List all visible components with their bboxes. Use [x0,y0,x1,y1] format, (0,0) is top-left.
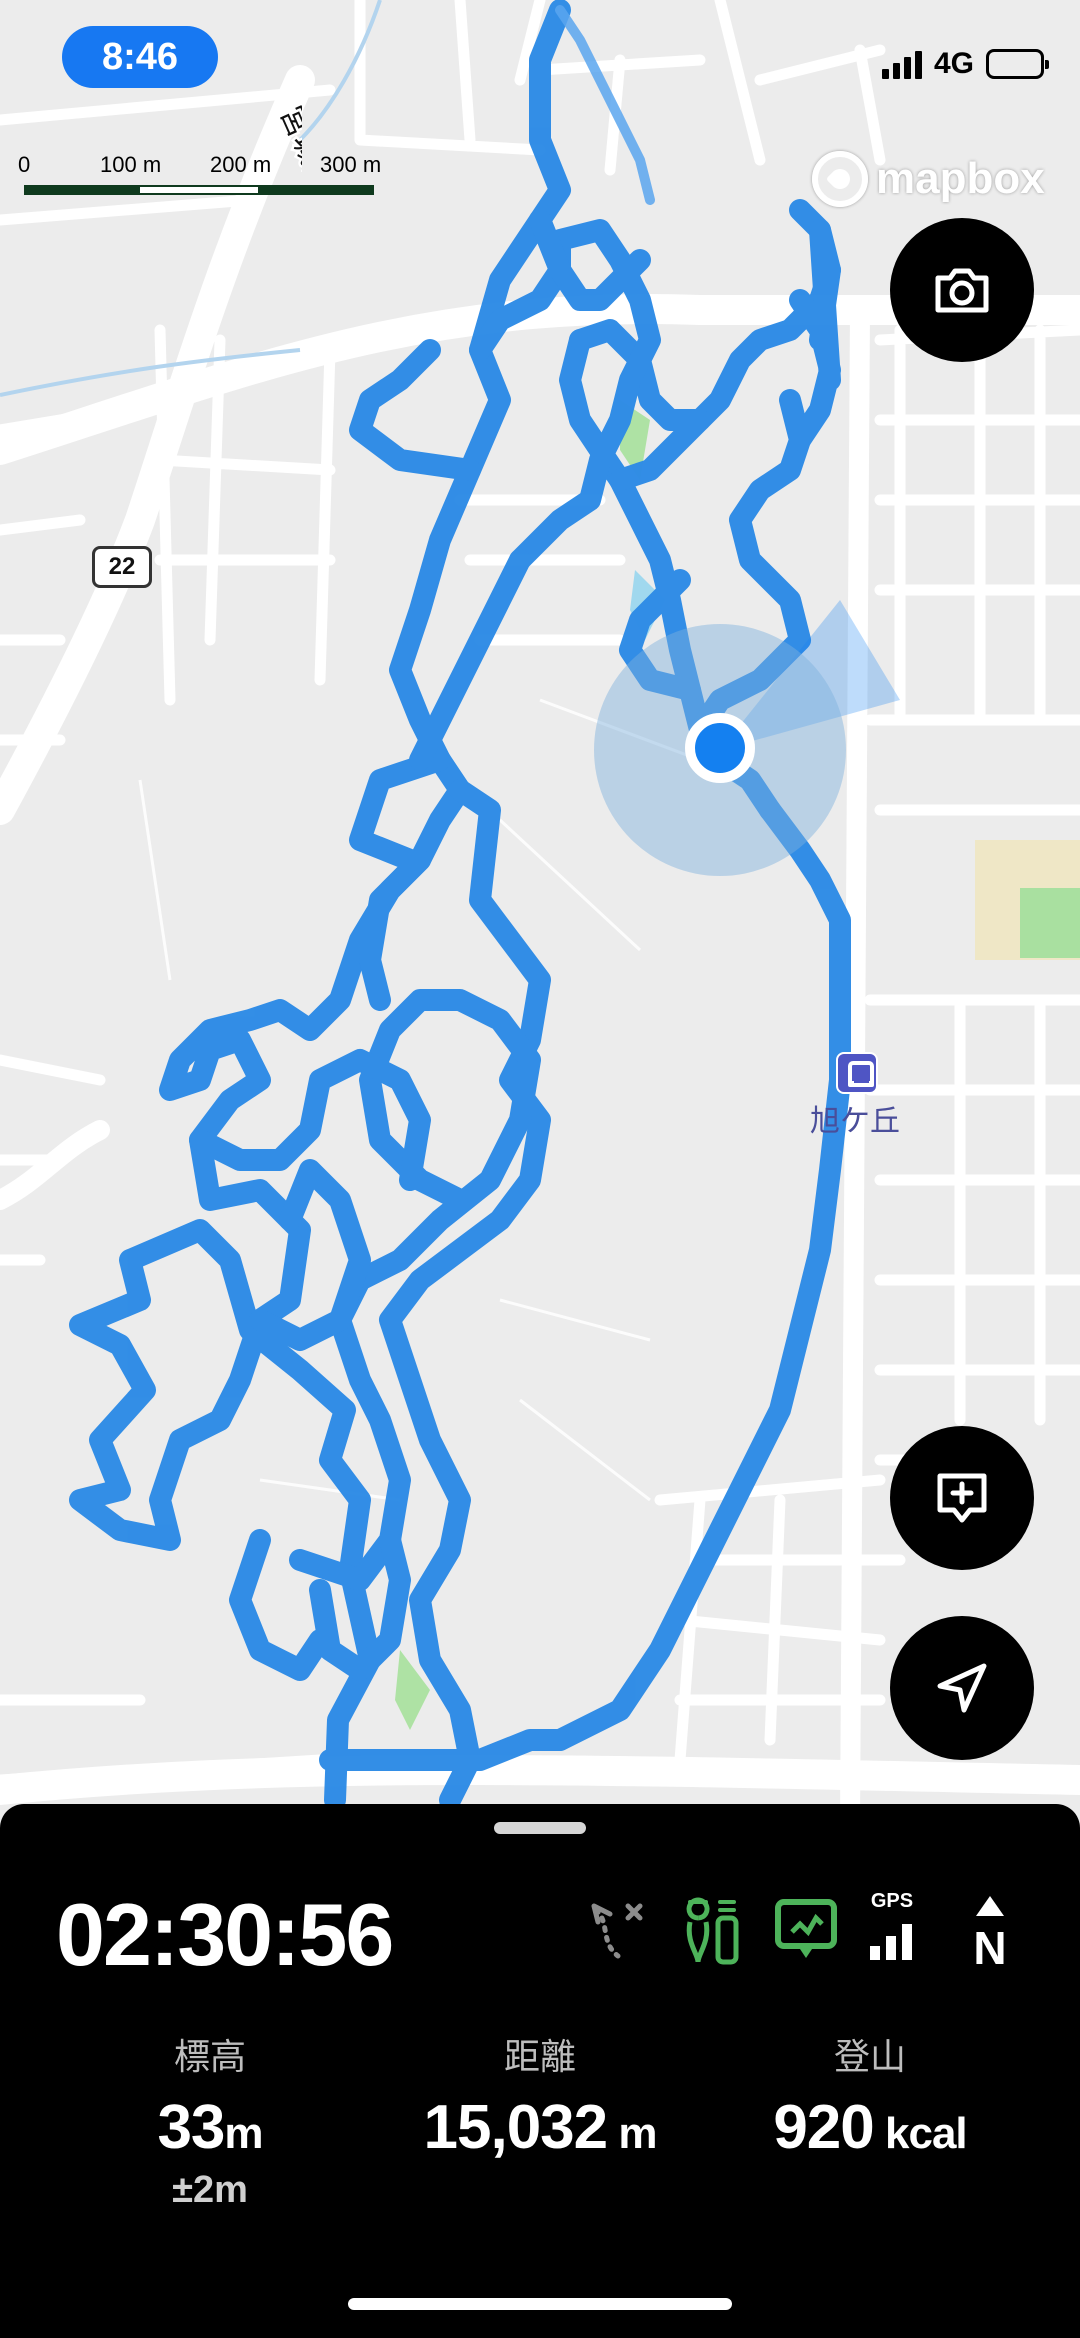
status-bar-indicators: 4G [881,44,1049,84]
road-name-label: 宮城県道22号仙台泉線 [102,96,302,456]
route-off-icon [591,1903,643,1959]
network-type: 4G [933,47,974,80]
camera-icon [935,268,989,313]
elevation-label: 標高 [173,2036,246,2077]
scale-label: 100 m [100,152,162,177]
distance-value-row: 15,032 m [380,2092,700,2163]
mapbox-attribution[interactable]: mapbox [812,148,1045,210]
calories-unit: kcal [873,2109,968,2158]
station-icon [836,1052,878,1094]
battery-icon [986,49,1049,79]
locate-me-button[interactable] [890,1616,1034,1760]
svg-text:宮城県道22号仙台泉線: 宮城県道22号仙台泉線 [274,101,302,392]
calories-label: 登山 [833,2036,906,2077]
elapsed-time: 02:30:56 [56,1885,394,1984]
scale-bar-graphic [24,185,374,195]
camera-button[interactable] [890,218,1034,362]
navigation-arrow-icon [937,1663,987,1713]
distance-stat: 距離 15,032 m [380,2028,700,2163]
scale-label: 200 m [210,152,272,177]
elevation-accuracy: ±2m [172,2169,248,2211]
add-note-button[interactable] [890,1426,1034,1570]
home-indicator[interactable] [348,2298,732,2310]
add-comment-icon [937,1473,987,1523]
station-name-label: 旭ケ丘 [810,1105,900,1138]
gps-signal-icon: GPS [862,1890,934,1970]
wave-icon [775,1899,837,1958]
status-time: 8:46 [62,26,218,88]
elevation-value-row: 33m [100,2092,320,2163]
pedometer-icon [686,1897,739,1965]
mapbox-wordmark: mapbox [876,154,1045,203]
north-icon: N [954,1892,1026,1970]
distance-label: 距離 [503,2036,576,2077]
scale-label: 300 m [320,152,382,177]
cell-signal-icon [881,49,922,79]
route-number-shield: 22 [92,546,152,588]
status-indicators: GPS N [580,1890,1020,1972]
calories-value: 920 [773,2093,874,2162]
elevation-unit: m [224,2109,263,2158]
elevation-value: 33 [157,2093,225,2162]
distance-value: 15,032 [423,2093,609,2162]
tracking-panel[interactable]: 02:30:56 GPS N 標高 33m ±2m 距離 15,032 m 登山… [0,1804,1080,2338]
distance-unit: m [607,2109,657,2158]
mapbox-logo-icon [812,151,868,207]
scale-label: 0 [18,152,31,177]
calories-stat: 登山 920 kcal [730,2028,1010,2163]
elevation-stat: 標高 33m ±2m [100,2028,320,2212]
calories-value-row: 920 kcal [730,2092,1010,2163]
panel-drag-handle[interactable] [494,1822,586,1834]
map-scale-bar: 0 100 m 200 m 300 m [18,152,382,202]
svg-text:N: N [973,1922,1006,1970]
